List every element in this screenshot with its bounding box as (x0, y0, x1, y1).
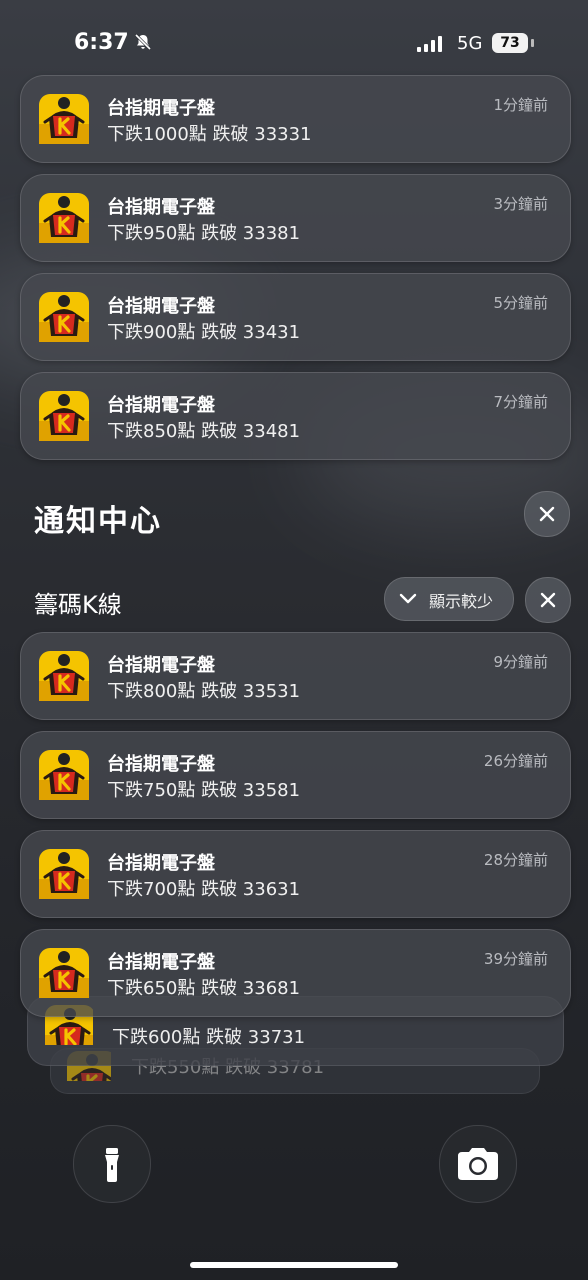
clear-group-button[interactable] (525, 577, 571, 623)
status-time: 6:37 (74, 30, 129, 55)
k-line-app-icon (39, 193, 89, 243)
k-line-app-icon (39, 849, 89, 899)
network-type: 5G (457, 33, 483, 54)
camera-icon (458, 1148, 498, 1180)
notification-time: 26分鐘前 (483, 752, 548, 770)
notification-time: 3分鐘前 (493, 195, 548, 213)
notification-body: 下跌850點 跌破 33481 (107, 421, 301, 442)
k-line-app-icon (39, 94, 89, 144)
clear-all-button[interactable] (524, 491, 570, 537)
notification-time: 9分鐘前 (493, 653, 548, 671)
notification-card[interactable]: 台指期電子盤 下跌650點 跌破 33681 39分鐘前 (20, 929, 571, 1017)
k-line-app-icon (39, 391, 89, 441)
close-icon (539, 506, 555, 522)
notification-card[interactable]: 台指期電子盤 下跌900點 跌破 33431 5分鐘前 (20, 273, 571, 361)
notification-time: 28分鐘前 (483, 851, 548, 869)
silent-bell-icon (134, 33, 152, 51)
notification-time: 1分鐘前 (493, 96, 548, 114)
show-less-button[interactable]: 顯示較少 (384, 577, 514, 621)
show-less-label: 顯示較少 (429, 592, 494, 611)
notification-time: 7分鐘前 (493, 393, 548, 411)
notification-card[interactable]: 台指期電子盤 下跌800點 跌破 33531 9分鐘前 (20, 632, 571, 720)
notification-title: 台指期電子盤 (107, 98, 215, 119)
notification-card[interactable]: 台指期電子盤 下跌850點 跌破 33481 7分鐘前 (20, 372, 571, 460)
k-line-app-icon (39, 948, 89, 998)
chevron-down-icon (399, 593, 417, 604)
notification-body: 下跌650點 跌破 33681 (107, 978, 301, 999)
cellular-signal-icon (417, 36, 442, 52)
notification-time: 39分鐘前 (483, 950, 548, 968)
battery-level: 73 (492, 33, 528, 53)
notification-card[interactable]: 台指期電子盤 下跌700點 跌破 33631 28分鐘前 (20, 830, 571, 918)
notification-body: 下跌1000點 跌破 33331 (107, 124, 312, 145)
flashlight-icon (105, 1148, 119, 1182)
notification-title: 台指期電子盤 (107, 655, 215, 676)
home-indicator[interactable] (190, 1262, 398, 1268)
notification-card[interactable]: 台指期電子盤 下跌950點 跌破 33381 3分鐘前 (20, 174, 571, 262)
flashlight-button[interactable] (73, 1125, 151, 1203)
k-line-app-icon (39, 750, 89, 800)
notification-title: 台指期電子盤 (107, 853, 215, 874)
k-line-app-icon (39, 292, 89, 342)
notification-body: 下跌800點 跌破 33531 (107, 681, 301, 702)
notification-body: 下跌600點 跌破 33731 (112, 1027, 306, 1048)
notification-card[interactable]: 台指期電子盤 下跌1000點 跌破 33331 1分鐘前 (20, 75, 571, 163)
close-icon (540, 592, 556, 608)
notification-title: 台指期電子盤 (107, 754, 215, 775)
camera-button[interactable] (439, 1125, 517, 1203)
k-line-app-icon (39, 651, 89, 701)
notification-title: 台指期電子盤 (107, 395, 215, 416)
notification-title: 台指期電子盤 (107, 197, 215, 218)
notification-body: 下跌750點 跌破 33581 (107, 780, 301, 801)
notification-body: 下跌900點 跌破 33431 (107, 322, 301, 343)
notification-time: 5分鐘前 (493, 294, 548, 312)
notification-body: 下跌950點 跌破 33381 (107, 223, 301, 244)
notification-card[interactable]: 台指期電子盤 下跌750點 跌破 33581 26分鐘前 (20, 731, 571, 819)
notification-title: 台指期電子盤 (107, 952, 215, 973)
notification-title: 台指期電子盤 (107, 296, 215, 317)
notification-center-title: 通知中心 (34, 504, 162, 539)
notification-body: 下跌700點 跌破 33631 (107, 879, 301, 900)
group-app-name: 籌碼K線 (34, 591, 122, 619)
battery-icon: 73 (492, 33, 536, 53)
